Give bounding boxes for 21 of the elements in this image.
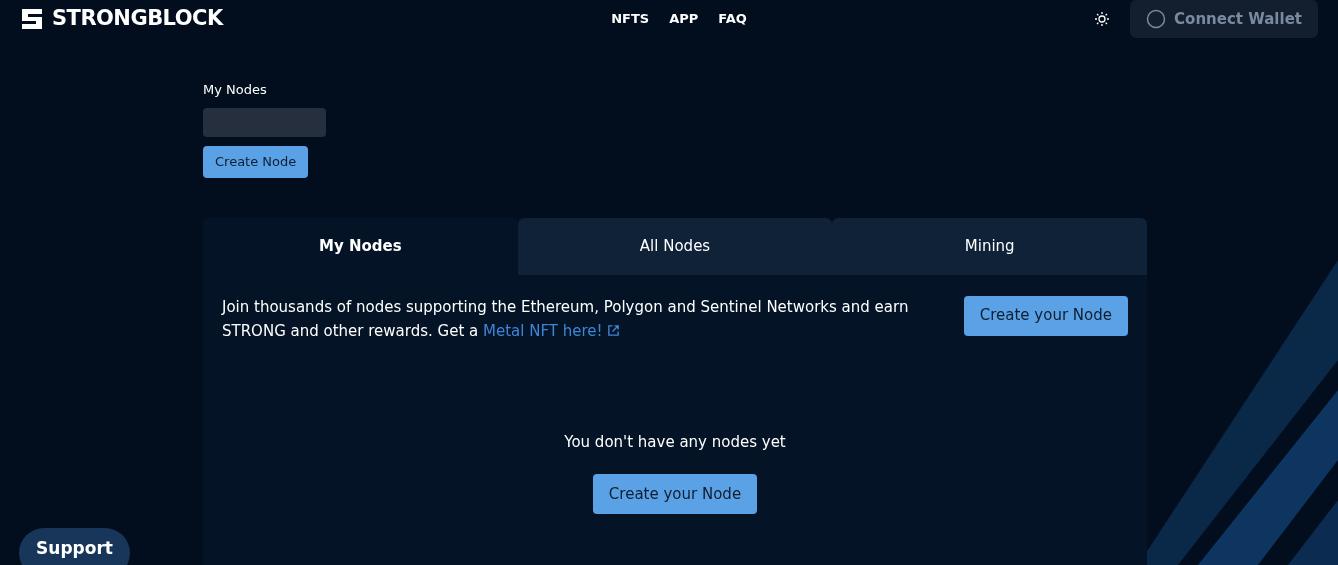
tab[interactable]: My Nodes [203,217,518,275]
input-field[interactable] [203,107,326,137]
wallet-status-icon [1146,9,1167,29]
external-link-icon [606,324,620,337]
empty-message: You don't have any nodes yet [564,431,786,453]
create-your-node-button[interactable]: Create your Node [963,295,1128,336]
logo-icon [20,7,44,31]
tab[interactable]: All Nodes [517,217,833,275]
my-nodes-label: My Nodes [203,81,268,99]
support-button[interactable]: Support [19,528,130,565]
intro-text: Join thousands of nodes supporting the Ethereum, Polygon and Sentinel Networks and earn STRONG and other rewards. Get a Metal NFT here! [222,294,912,343]
create-your-node-button[interactable]: Create your Node [592,474,758,514]
metal-nft-link[interactable]: Metal NFT here! [483,318,620,343]
logo-text: STRONGBLOCK [52,5,223,33]
connect-wallet-button[interactable]: Connect Wallet [1130,0,1318,38]
nav-link[interactable]: APP [669,9,699,29]
create-node-button[interactable]: Create Node [203,145,309,178]
nav-link[interactable]: FAQ [718,9,747,29]
theme-toggle-icon[interactable] [1094,11,1111,27]
tab[interactable]: Mining [832,217,1147,275]
nav-link[interactable]: NFTS [611,9,650,29]
